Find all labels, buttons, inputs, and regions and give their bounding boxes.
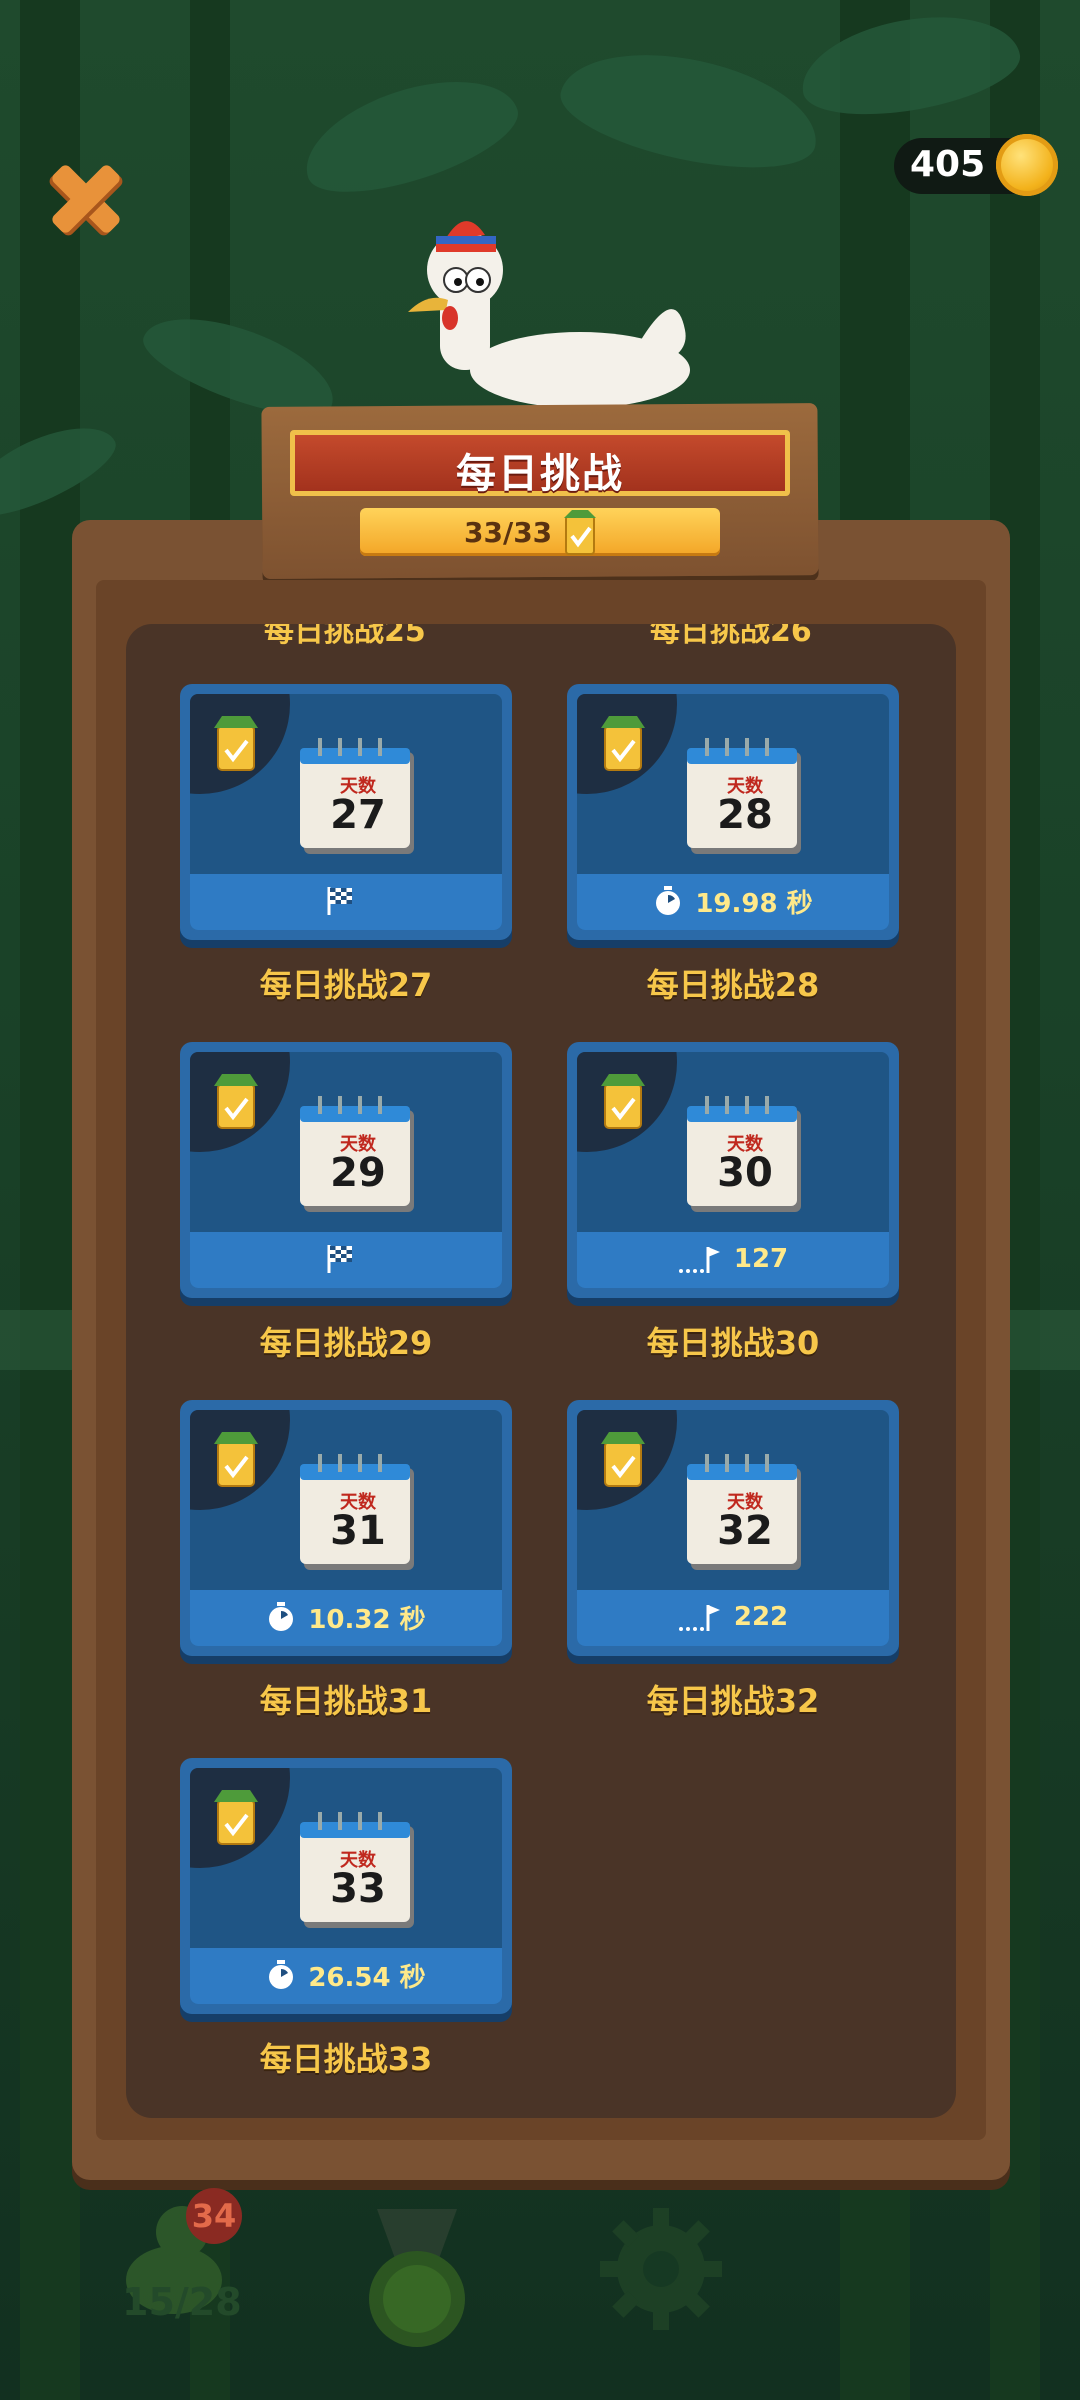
day-number: 30	[717, 1150, 773, 1196]
completed-badge-icon	[214, 1432, 258, 1487]
card-label-partial: 每日挑战26	[650, 624, 812, 649]
completed-badge-icon	[601, 1074, 645, 1129]
challenge-label: 每日挑战27	[259, 966, 433, 1004]
challenge-card-31[interactable]: 天数 31 10.32 秒	[180, 1400, 512, 1656]
coin-count: 405	[910, 144, 986, 185]
challenge-label: 每日挑战29	[259, 1324, 433, 1362]
challenge-card-32[interactable]: 天数 32 222	[567, 1400, 899, 1656]
calendar-icon: 天数 28	[685, 730, 805, 856]
day-number: 31	[330, 1508, 386, 1554]
challenge-card-30[interactable]: 天数 30 127	[567, 1042, 899, 1298]
completed-badge-icon	[214, 1790, 258, 1845]
stopwatch-icon	[656, 886, 681, 915]
completed-badge-icon	[601, 1432, 645, 1487]
challenge-label: 每日挑战28	[646, 966, 820, 1004]
stopwatch-icon	[269, 1602, 294, 1631]
title-plate: 每日挑战	[290, 430, 790, 497]
finish-flag-icon	[327, 887, 352, 915]
result-value: 127	[733, 1244, 789, 1274]
finish-flag-icon	[327, 1245, 352, 1273]
result-value: 19.98 秒	[695, 888, 813, 919]
day-number: 33	[330, 1866, 386, 1912]
distance-flag-icon	[678, 1605, 720, 1631]
characters-badge: 34	[186, 2188, 242, 2244]
completed-badge-icon	[214, 1074, 258, 1129]
close-button[interactable]	[38, 150, 134, 246]
challenge-card-27[interactable]: 天数 27	[180, 684, 512, 940]
chicken-mascot-icon	[408, 221, 690, 408]
calendar-icon: 天数 33	[298, 1804, 418, 1930]
day-number: 32	[717, 1508, 773, 1554]
result-value: 222	[733, 1602, 789, 1632]
challenge-list[interactable]: 每日挑战25 每日挑战26 天数 27 每日挑战27 天数 28 19.98 秒每日挑战2…	[126, 624, 956, 2118]
challenge-card-33[interactable]: 天数 33 26.54 秒	[180, 1758, 512, 2014]
card-label-partial: 每日挑战25	[264, 624, 426, 649]
result-value: 10.32 秒	[308, 1604, 426, 1635]
result-value: 26.54 秒	[308, 1962, 426, 1993]
completed-badge-icon	[214, 716, 258, 771]
calendar-icon: 天数 30	[685, 1088, 805, 1214]
calendar-icon: 天数 31	[298, 1446, 418, 1572]
day-number: 29	[330, 1150, 386, 1196]
page-title: 每日挑战	[456, 451, 624, 497]
distance-flag-icon	[678, 1247, 720, 1273]
challenge-card-29[interactable]: 天数 29	[180, 1042, 512, 1298]
challenge-label: 每日挑战30	[646, 1324, 820, 1362]
completed-badge-icon	[601, 716, 645, 771]
coin-counter: 405	[894, 134, 1058, 196]
stopwatch-icon	[269, 1960, 294, 1989]
day-number: 28	[717, 792, 773, 838]
medal-nav-icon[interactable]	[352, 2204, 482, 2354]
challenge-label: 每日挑战31	[259, 1682, 433, 1720]
challenge-label: 每日挑战33	[259, 2040, 433, 2078]
challenge-card-28[interactable]: 天数 28 19.98 秒	[567, 684, 899, 940]
coin-icon	[996, 134, 1058, 196]
day-number: 27	[330, 792, 386, 838]
calendar-icon: 天数 27	[298, 730, 418, 856]
completion-progress: 33/33	[360, 508, 720, 556]
challenge-label: 每日挑战32	[646, 1682, 820, 1720]
progress-text: 33/33	[464, 516, 553, 549]
calendar-icon: 天数 29	[298, 1088, 418, 1214]
characters-count: 15/28	[122, 2280, 242, 2324]
check-badge-icon	[564, 510, 596, 555]
settings-gear-icon[interactable]	[596, 2204, 726, 2334]
calendar-icon: 天数 32	[685, 1446, 805, 1572]
